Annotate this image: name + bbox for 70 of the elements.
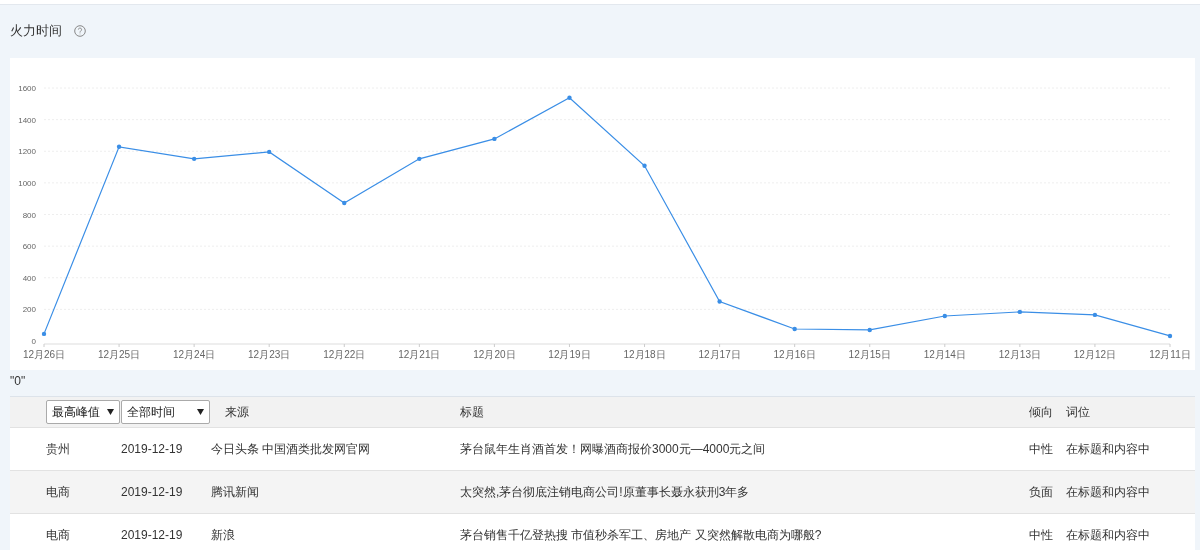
x-tick-label: 12月25日	[97, 349, 141, 360]
y-tick-label: 400	[22, 273, 36, 283]
column-header: 词位	[1066, 404, 1091, 421]
y-tick-label: 1200	[18, 147, 36, 157]
data-point	[642, 163, 647, 168]
column-header: 倾向	[1029, 404, 1054, 421]
x-tick-label: 12月24日	[173, 349, 216, 360]
y-tick-label: 200	[22, 305, 36, 315]
table-cell-text: 2019-12-19	[121, 527, 184, 544]
x-tick-label: 12月26日	[22, 349, 66, 360]
data-point	[41, 331, 47, 337]
table-cell-text: 腾讯新闻	[211, 484, 260, 501]
data-point	[342, 200, 347, 206]
data-point	[717, 299, 722, 304]
x-tick-label: 12月23日	[248, 349, 291, 360]
help-icon[interactable]	[74, 25, 86, 37]
data-point	[492, 136, 497, 142]
filter-select[interactable]: 全部时间	[121, 400, 210, 424]
table-cell-text: 2019-12-19	[121, 484, 184, 501]
data-point	[191, 156, 197, 162]
caret-icon	[197, 409, 204, 415]
data-point	[1167, 333, 1173, 339]
table-cell-text: 负面	[1029, 484, 1054, 501]
caret-icon	[107, 409, 114, 415]
table-cell-text: 在标题和内容中	[1066, 484, 1151, 501]
y-tick-label: 1400	[18, 115, 36, 125]
table-cell-text: 今日头条 中国酒类批发网官网	[211, 441, 372, 458]
table-cell-text: 2019-12-19	[121, 441, 184, 458]
table-cell-text: 贵州	[46, 441, 71, 458]
x-tick-label: 12月19日	[548, 349, 591, 360]
table-cell-text: 在标题和内容中	[1066, 527, 1151, 544]
x-tick-label: 12月22日	[323, 349, 366, 360]
x-tick-label: 12月20日	[473, 349, 516, 360]
data-point	[567, 95, 572, 100]
table-cell-text: 太突然,茅台彻底注销电商公司!原董事长聂永获刑3年多	[460, 484, 751, 501]
x-tick-label: 12月16日	[773, 349, 816, 360]
x-tick-label: 12月15日	[848, 349, 891, 360]
x-tick-label: 12月13日	[998, 349, 1041, 360]
x-tick-label: 12月18日	[623, 349, 666, 360]
data-point	[942, 313, 947, 319]
y-tick-label: 600	[22, 242, 36, 252]
data-point	[792, 326, 797, 332]
x-tick-label: 12月11日	[1149, 349, 1191, 360]
x-tick-label: 12月12日	[1073, 349, 1117, 360]
table-cell-text: 新浪	[211, 527, 236, 544]
y-tick-label: 1000	[18, 178, 36, 188]
x-tick-label: 12月21日	[398, 349, 441, 360]
data-point	[1092, 312, 1098, 318]
data-point	[116, 144, 122, 149]
section-title: 火力时间	[10, 22, 62, 41]
table-cell-text: 电商	[46, 527, 71, 544]
x-tick-label: 12月14日	[923, 349, 966, 360]
filter-select[interactable]: 最高峰值	[46, 400, 120, 424]
data-point	[417, 156, 422, 162]
x-tick-label: 12月17日	[698, 349, 741, 360]
table-cell-text: 茅台销售千亿登热搜 市值秒杀军工、房地产 又突然解散电商为哪般?	[460, 527, 823, 544]
y-tick-label: 800	[22, 210, 36, 220]
data-point	[867, 327, 872, 333]
table-cell-text: 电商	[46, 484, 71, 501]
column-header: 标题	[460, 404, 485, 421]
table-cell-text: 中性	[1029, 527, 1054, 544]
table-cell-text: 在标题和内容中	[1066, 441, 1151, 458]
column-header: 来源	[224, 404, 250, 421]
data-point	[1017, 309, 1023, 315]
y-tick-label: 1600	[18, 84, 36, 93]
table-cell-text: 茅台鼠年生肖酒首发！网曝酒商报价3000元—4000元之间	[460, 441, 767, 458]
table-cell-text: 中性	[1029, 441, 1054, 458]
data-point	[267, 149, 272, 155]
y-tick-label: 0	[31, 337, 36, 346]
value-label: "0"	[9, 373, 27, 390]
